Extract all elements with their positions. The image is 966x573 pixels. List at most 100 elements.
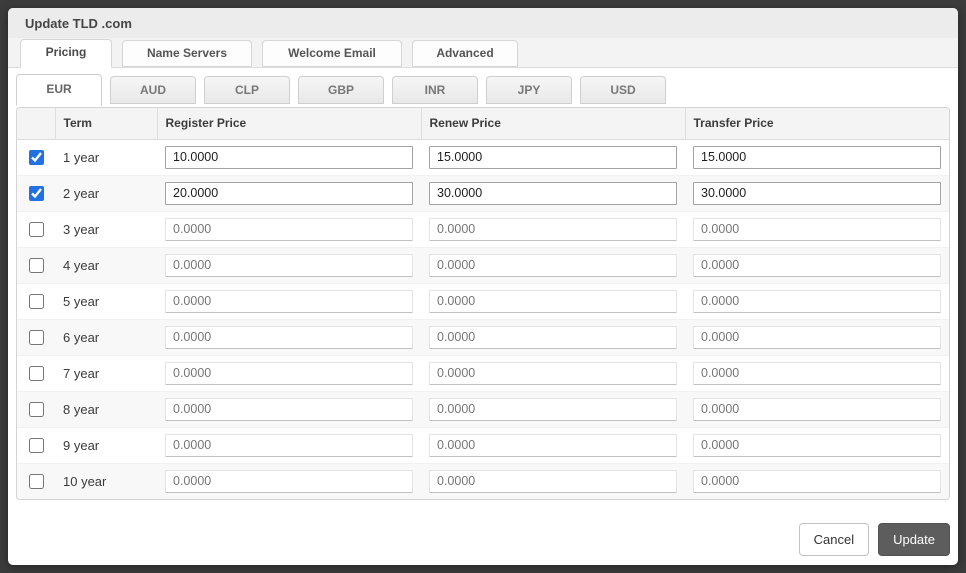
term-checkbox[interactable]	[28, 150, 44, 166]
transfer-price-cell	[685, 354, 949, 391]
term-checkbox[interactable]	[28, 222, 44, 238]
currency-tab-aud[interactable]: AUD	[110, 76, 196, 104]
transfer-price-input[interactable]	[693, 217, 941, 241]
term-checkbox[interactable]	[28, 366, 44, 382]
table-row: 1 year	[17, 139, 949, 175]
term-checkbox-cell	[17, 174, 55, 211]
renew-price-input[interactable]	[429, 289, 677, 313]
modal-titlebar: Update TLD .com	[8, 8, 958, 38]
table-row: 3 year	[17, 210, 949, 247]
transfer-price-input[interactable]	[693, 181, 941, 205]
renew-price-input[interactable]	[429, 433, 677, 457]
register-price-input[interactable]	[165, 145, 413, 169]
transfer-price-cell	[685, 318, 949, 355]
renew-price-cell	[421, 174, 685, 211]
register-price-input[interactable]	[165, 397, 413, 421]
currency-tab-eur[interactable]: EUR	[16, 74, 102, 106]
transfer-price-input[interactable]	[693, 289, 941, 313]
register-price-cell	[157, 354, 421, 391]
renew-price-cell	[421, 318, 685, 355]
term-checkbox[interactable]	[28, 330, 44, 346]
currency-tab-inr[interactable]: INR	[392, 76, 478, 104]
register-price-input[interactable]	[165, 361, 413, 385]
renew-price-input[interactable]	[429, 469, 677, 493]
modal-title: Update TLD .com	[25, 15, 132, 31]
term-checkbox[interactable]	[28, 402, 44, 418]
register-price-input[interactable]	[165, 433, 413, 457]
currency-tab-clp[interactable]: CLP	[204, 76, 290, 104]
transfer-price-cell	[685, 174, 949, 211]
header-term: Term	[54, 108, 157, 140]
term-checkbox[interactable]	[28, 294, 44, 310]
register-price-input[interactable]	[165, 469, 413, 493]
tab-name-servers[interactable]: Name Servers	[122, 40, 252, 67]
term-checkbox[interactable]	[28, 258, 44, 274]
tab-advanced[interactable]: Advanced	[412, 40, 518, 67]
renew-price-input[interactable]	[429, 181, 677, 205]
header-transfer-price: Transfer Price	[684, 108, 949, 140]
currency-tab-jpy[interactable]: JPY	[486, 76, 572, 104]
tab-pricing[interactable]: Pricing	[20, 39, 112, 68]
transfer-price-input[interactable]	[693, 145, 941, 169]
term-checkbox-cell	[17, 318, 55, 355]
transfer-price-cell	[685, 426, 949, 463]
term-checkbox[interactable]	[28, 186, 44, 202]
register-price-cell	[157, 390, 421, 427]
term-checkbox-cell	[17, 462, 55, 499]
tab-welcome-email[interactable]: Welcome Email	[262, 40, 402, 67]
transfer-price-cell	[685, 462, 949, 499]
term-checkbox[interactable]	[28, 438, 44, 454]
currency-tab-label: CLP	[235, 83, 259, 97]
table-header-row: Term Register Price Renew Price Transfer…	[17, 108, 949, 140]
pricing-table-panel: Term Register Price Renew Price Transfer…	[16, 107, 950, 500]
term-label: 10 year	[63, 473, 107, 489]
term-checkbox[interactable]	[28, 474, 44, 490]
transfer-price-input[interactable]	[693, 433, 941, 457]
update-tld-modal: Update TLD .com Pricing Name Servers Welco…	[8, 8, 958, 565]
renew-price-input[interactable]	[429, 217, 677, 241]
transfer-price-input[interactable]	[693, 253, 941, 277]
register-price-cell	[157, 210, 421, 247]
renew-price-input[interactable]	[429, 253, 677, 277]
transfer-price-input[interactable]	[693, 397, 941, 421]
term-label: 9 year	[63, 437, 100, 453]
register-price-input[interactable]	[165, 253, 413, 277]
currency-tab-usd[interactable]: USD	[580, 76, 666, 104]
renew-price-input[interactable]	[429, 361, 677, 385]
register-price-input[interactable]	[165, 289, 413, 313]
currency-tab-gbp[interactable]: GBP	[298, 76, 384, 104]
transfer-price-cell	[685, 210, 949, 247]
currency-tabstrip: EUR AUD CLP GBP INR JPY USD	[16, 74, 950, 106]
currency-tab-label: AUD	[140, 83, 166, 97]
transfer-price-input[interactable]	[693, 469, 941, 493]
renew-price-cell	[421, 462, 685, 499]
term-cell: 10 year	[55, 462, 157, 499]
renew-price-input[interactable]	[429, 397, 677, 421]
term-checkbox-cell	[17, 139, 55, 175]
register-price-input[interactable]	[165, 325, 413, 349]
transfer-price-input[interactable]	[693, 361, 941, 385]
term-checkbox-cell	[17, 210, 55, 247]
term-cell: 4 year	[55, 246, 157, 283]
register-price-input[interactable]	[165, 217, 413, 241]
transfer-price-cell	[685, 282, 949, 319]
update-button[interactable]: Update	[878, 523, 950, 556]
transfer-price-input[interactable]	[693, 325, 941, 349]
term-cell: 8 year	[55, 390, 157, 427]
renew-price-input[interactable]	[429, 145, 677, 169]
register-price-input[interactable]	[165, 181, 413, 205]
header-register-price: Register Price	[156, 108, 421, 140]
renew-price-input[interactable]	[429, 325, 677, 349]
term-label: 4 year	[63, 257, 100, 273]
cancel-button[interactable]: Cancel	[798, 523, 870, 556]
register-price-cell	[157, 246, 421, 283]
pricing-table: Term Register Price Renew Price Transfer…	[17, 108, 949, 499]
term-label: 6 year	[63, 329, 100, 345]
term-checkbox-cell	[17, 282, 55, 319]
transfer-price-cell	[685, 390, 949, 427]
main-tabstrip: Pricing Name Servers Welcome Email Advanced	[8, 38, 958, 68]
renew-price-cell	[421, 390, 685, 427]
currency-tab-label: GBP	[327, 83, 354, 97]
currency-tab-label: INR	[424, 83, 446, 97]
term-label: 5 year	[63, 293, 100, 309]
